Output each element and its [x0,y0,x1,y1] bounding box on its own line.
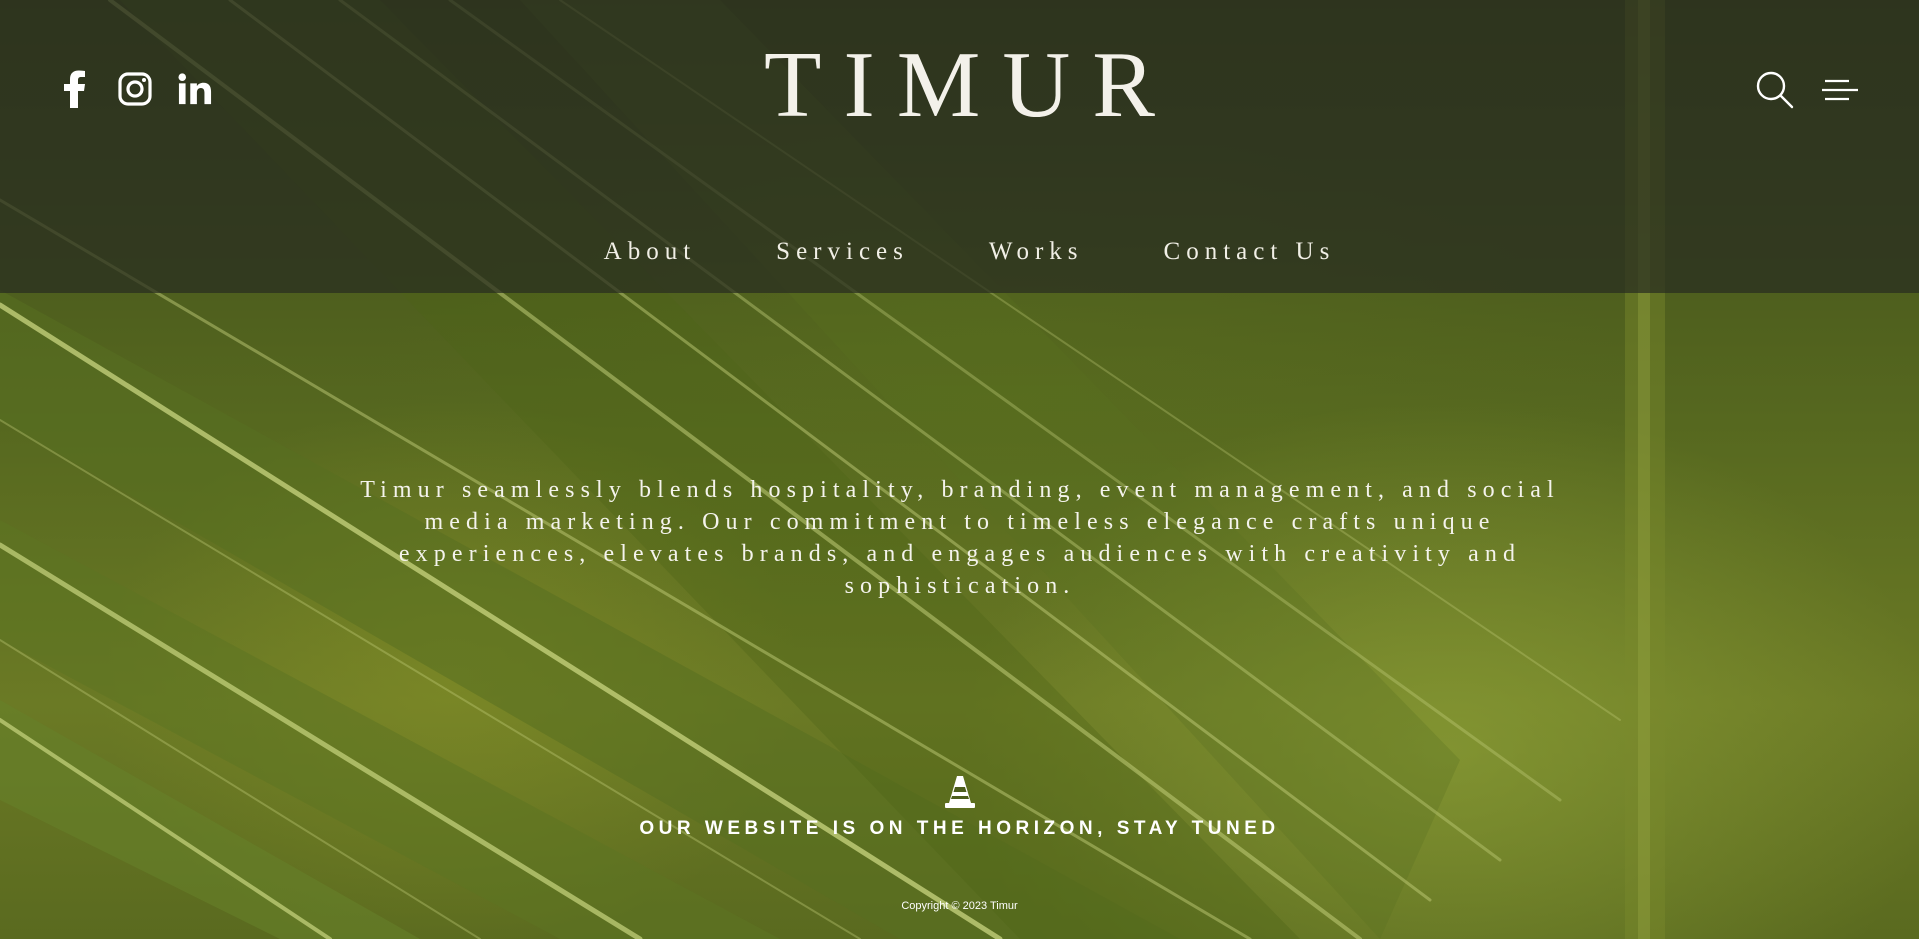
logo-text: TIMUR [764,33,1177,137]
nav-item-contact-us[interactable]: Contact Us [1164,238,1336,266]
site-logo[interactable]: TIMUR [0,38,1919,132]
nav-item-about[interactable]: About [604,238,697,266]
nav-item-services[interactable]: Services [776,238,909,266]
search-icon[interactable] [1755,70,1795,110]
nav-item-works[interactable]: Works [989,238,1084,266]
header-tools [1755,70,1859,110]
intro-text: Timur seamlessly blends hospitality, bra… [360,477,1560,599]
main-nav: About Services Works Contact Us [0,238,1919,266]
copyright-text: Copyright © 2023 Timur [901,900,1018,912]
traffic-cone-icon [0,775,1919,809]
site-header: TIMUR About Services Works Contact Us [0,0,1919,293]
coming-soon-text: OUR WEBSITE IS ON THE HORIZON, STAY TUNE… [639,818,1280,839]
hamburger-menu-icon[interactable] [1821,77,1859,103]
